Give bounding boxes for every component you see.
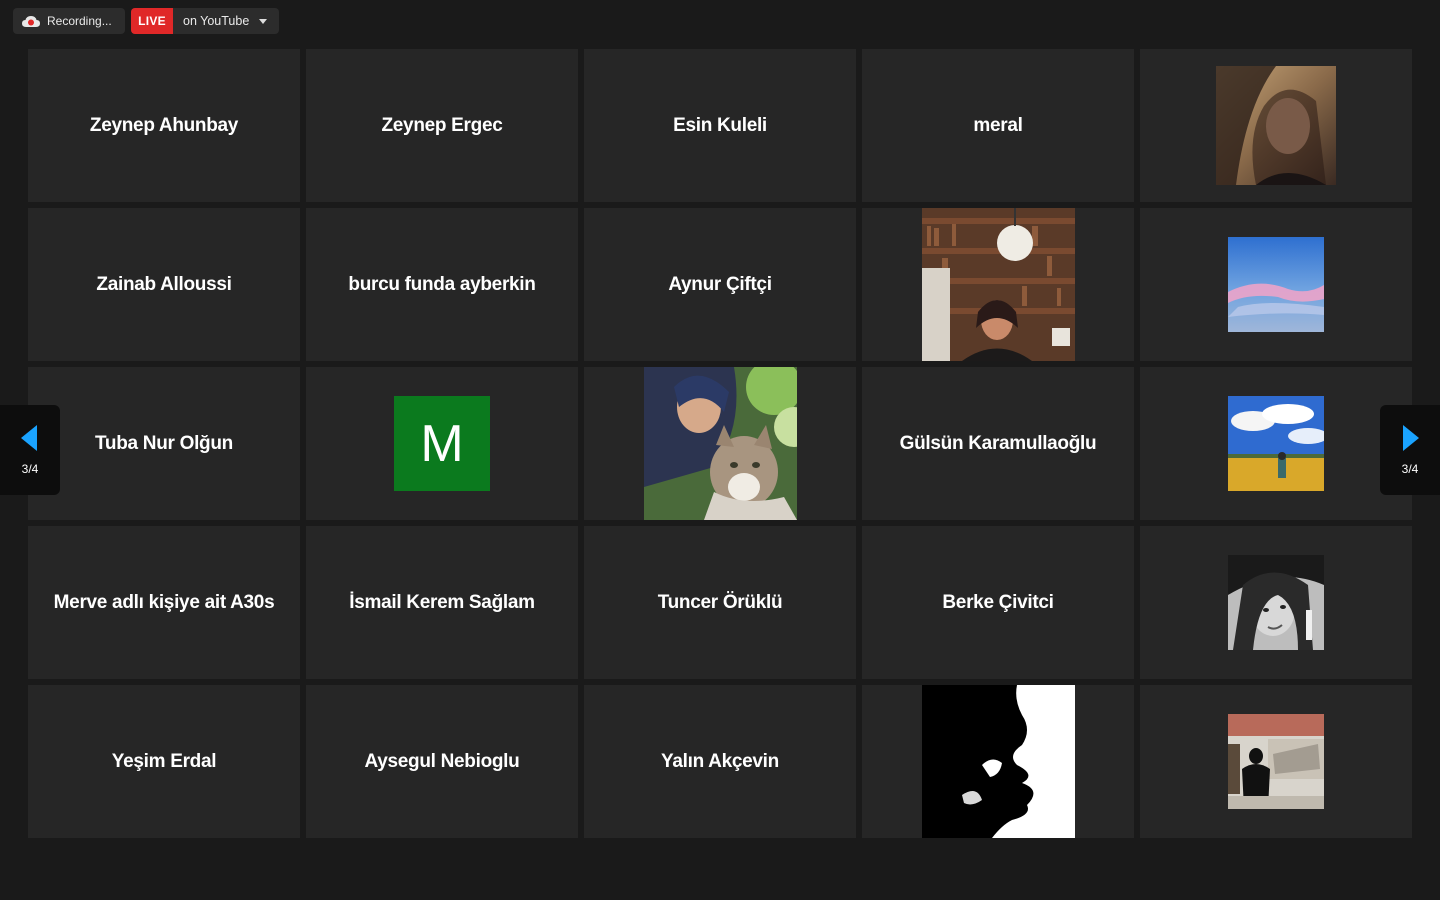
participant-name: Gülsün Karamullaoğlu xyxy=(899,432,1097,454)
participant-tile[interactable]: Aynur Çiftçi xyxy=(584,208,856,361)
participant-tile[interactable] xyxy=(862,208,1134,361)
participant-tile[interactable]: meral xyxy=(862,49,1134,202)
participant-name: Aynur Çiftçi xyxy=(668,273,772,295)
participant-name: Tuncer Örüklü xyxy=(657,591,783,613)
participant-tile[interactable]: Aysegul Nebioglu xyxy=(306,685,578,838)
recording-label: Recording... xyxy=(47,14,112,28)
participant-tile[interactable]: Yalın Akçevin xyxy=(584,685,856,838)
page-indicator: 3/4 xyxy=(21,461,39,476)
participant-tile[interactable] xyxy=(584,367,856,520)
participant-name: Tuba Nur Olğun xyxy=(95,432,233,454)
chevron-right-icon xyxy=(1401,424,1419,454)
participant-tile[interactable]: Zainab Alloussi xyxy=(28,208,300,361)
participant-name: Zeynep Ahunbay xyxy=(89,114,239,136)
live-destination: on YouTube xyxy=(183,14,250,28)
participant-name: İsmail Kerem Sağlam xyxy=(349,591,535,613)
live-stream-menu[interactable]: LIVE on YouTube xyxy=(131,8,279,34)
participant-name: Merve adlı kişiye ait A30s xyxy=(53,591,275,613)
participant-name: meral xyxy=(973,114,1023,136)
participant-tile[interactable]: Tuba Nur Olğun xyxy=(28,367,300,520)
cloud-record-icon xyxy=(21,14,41,28)
participant-tile[interactable] xyxy=(862,685,1134,838)
participant-name: Zainab Alloussi xyxy=(96,273,232,295)
prev-page-button[interactable]: 3/4 xyxy=(0,405,60,495)
participant-video xyxy=(921,685,1075,838)
participant-tile[interactable]: M xyxy=(306,367,578,520)
participant-tile[interactable]: Gülsün Karamullaoğlu xyxy=(862,367,1134,520)
participant-video xyxy=(1228,237,1324,332)
live-badge: LIVE xyxy=(131,8,173,34)
participant-name: Yalın Akçevin xyxy=(661,750,779,772)
participant-tile[interactable] xyxy=(1140,526,1412,679)
participant-name: Zeynep Ergec xyxy=(381,114,503,136)
page-indicator: 3/4 xyxy=(1401,461,1419,476)
participant-tile[interactable] xyxy=(1140,685,1412,838)
chevron-left-icon xyxy=(21,424,39,454)
avatar-letter: M xyxy=(420,414,464,473)
participant-video xyxy=(1216,66,1336,185)
participant-tile[interactable]: Esin Kuleli xyxy=(584,49,856,202)
top-bar: Recording... LIVE on YouTube xyxy=(0,0,1440,44)
participant-tile[interactable] xyxy=(1140,367,1412,520)
participant-grid: Zeynep Ahunbay Zeynep Ergec Esin Kuleli … xyxy=(28,49,1412,838)
participant-tile[interactable] xyxy=(1140,49,1412,202)
participant-video xyxy=(1228,714,1324,809)
participant-tile[interactable]: burcu funda ayberkin xyxy=(306,208,578,361)
participant-video xyxy=(921,208,1075,361)
recording-indicator[interactable]: Recording... xyxy=(13,8,125,34)
participant-name: Aysegul Nebioglu xyxy=(364,750,520,772)
participant-video xyxy=(643,367,797,520)
chevron-down-icon[interactable] xyxy=(259,18,268,24)
participant-avatar: M xyxy=(394,396,490,491)
participant-tile[interactable]: Yeşim Erdal xyxy=(28,685,300,838)
participant-tile[interactable]: Berke Çivitci xyxy=(862,526,1134,679)
participant-tile[interactable]: Zeynep Ahunbay xyxy=(28,49,300,202)
participant-tile[interactable]: Zeynep Ergec xyxy=(306,49,578,202)
participant-video xyxy=(1228,555,1324,650)
participant-name: burcu funda ayberkin xyxy=(348,273,536,295)
participant-name: Yeşim Erdal xyxy=(111,750,217,772)
participant-tile[interactable]: İsmail Kerem Sağlam xyxy=(306,526,578,679)
participant-video xyxy=(1228,396,1324,491)
participant-name: Berke Çivitci xyxy=(942,591,1054,613)
next-page-button[interactable]: 3/4 xyxy=(1380,405,1440,495)
participant-tile[interactable]: Merve adlı kişiye ait A30s xyxy=(28,526,300,679)
participant-name: Esin Kuleli xyxy=(673,114,767,136)
participant-tile[interactable]: Tuncer Örüklü xyxy=(584,526,856,679)
participant-tile[interactable] xyxy=(1140,208,1412,361)
